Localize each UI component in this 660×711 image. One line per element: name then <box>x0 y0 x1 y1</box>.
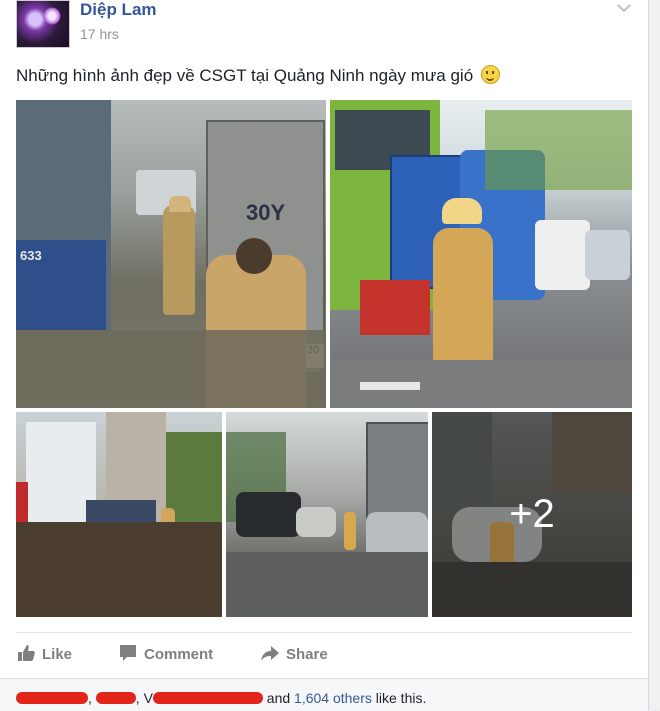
comment-label: Comment <box>144 646 214 663</box>
post-text-content: Những hình ảnh đẹp về CSGT tại Quảng Nin… <box>16 66 474 85</box>
post-timestamp[interactable]: 17 hrs <box>80 26 119 42</box>
divider <box>16 632 632 633</box>
separator: , <box>135 690 140 706</box>
like-label: Like <box>42 646 73 663</box>
and-text: and <box>262 690 295 706</box>
share-arrow-icon <box>260 643 280 663</box>
others-link[interactable]: 1,604 others <box>294 690 372 706</box>
chevron-down-icon[interactable] <box>615 0 633 14</box>
comment-icon <box>118 643 138 663</box>
partial-name: V <box>143 690 153 706</box>
like-button[interactable]: Like <box>16 643 72 667</box>
smiley-emoji-icon <box>480 65 500 84</box>
thumbs-up-icon <box>16 643 36 663</box>
photo-5-more[interactable]: +2 <box>432 412 632 617</box>
truck-plate-text: 30Y <box>246 200 286 225</box>
more-photos-count[interactable]: +2 <box>432 492 632 537</box>
redacted-name <box>152 692 263 704</box>
side-plate-text: 633 <box>20 248 42 263</box>
likes-suffix: like this. <box>371 690 427 706</box>
likers-summary: , , V and 1,604 others like this. <box>16 690 426 706</box>
share-label: Share <box>286 646 328 663</box>
redacted-name <box>16 692 88 704</box>
avatar[interactable] <box>16 0 70 48</box>
post-text: Những hình ảnh đẹp về CSGT tại Quảng Nin… <box>16 65 500 86</box>
post-card: Diệp Lam 17 hrs Những hình ảnh đẹp về CS… <box>0 0 649 711</box>
photo-3[interactable] <box>16 412 222 617</box>
share-button[interactable]: Share <box>260 643 328 667</box>
separator: , <box>88 690 92 706</box>
comment-button[interactable]: Comment <box>118 643 213 667</box>
redacted-name <box>95 692 136 704</box>
photo-2[interactable] <box>330 100 632 408</box>
photo-4[interactable] <box>226 412 428 617</box>
scrollbar[interactable] <box>649 0 660 710</box>
author-name[interactable]: Diệp Lam <box>80 0 157 20</box>
photo-1[interactable]: 633 30Y 30 <box>16 100 326 408</box>
